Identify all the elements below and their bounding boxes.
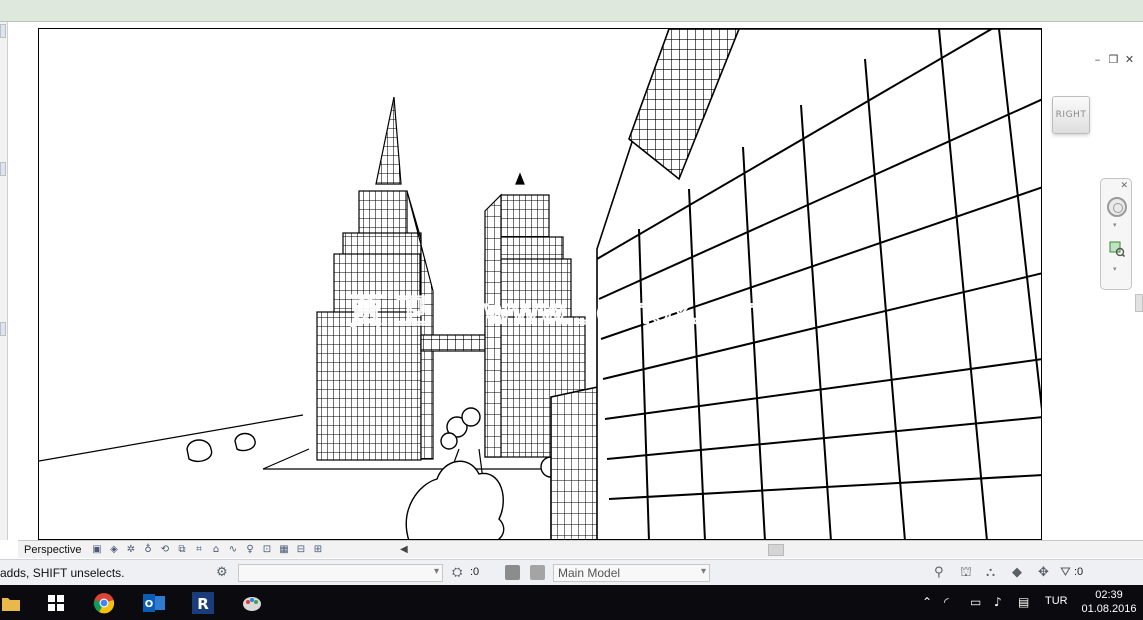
close-button[interactable]: ✕ bbox=[1124, 54, 1135, 65]
temporary-hide-icon[interactable]: ∿ bbox=[226, 543, 240, 556]
sky-bridge bbox=[420, 334, 488, 352]
3d-viewport[interactable]: 贾 卫 网 www.3dmox.com bbox=[38, 28, 1042, 540]
constraints-icon[interactable]: ⊞ bbox=[311, 543, 325, 556]
battery-icon[interactable]: ▭ bbox=[970, 595, 981, 609]
select-links-icon[interactable]: ⚲ bbox=[934, 565, 944, 580]
active-design-option-icon[interactable] bbox=[530, 565, 545, 580]
restore-button[interactable]: ❐ bbox=[1108, 54, 1119, 65]
windows-logo-icon bbox=[48, 595, 64, 611]
action-center-icon[interactable]: ▤ bbox=[1018, 595, 1029, 609]
design-option-value: Main Model bbox=[558, 566, 621, 580]
chevron-down-icon[interactable]: ▾ bbox=[1113, 221, 1117, 229]
analytical-model-icon[interactable]: ⊟ bbox=[294, 543, 308, 556]
panel-marker[interactable] bbox=[0, 162, 6, 176]
reveal-hidden-icon[interactable]: ♀ bbox=[243, 543, 257, 556]
viewcube-face-label: RIGHT bbox=[1055, 110, 1087, 120]
watermark: 贾 卫 网 www.3dmox.com bbox=[349, 292, 774, 332]
svg-text:O: O bbox=[145, 599, 154, 610]
svg-text:R: R bbox=[197, 595, 209, 613]
design-options-icon[interactable] bbox=[505, 565, 520, 580]
file-explorer-icon[interactable] bbox=[0, 585, 22, 620]
lock-view-icon[interactable]: ⌂ bbox=[209, 543, 223, 556]
select-underlay-icon[interactable]: ⛫ bbox=[960, 565, 972, 582]
worksharing-display-icon[interactable]: ▦ bbox=[277, 543, 291, 556]
status-bar: adds, SHIFT unselects. ⚙ ▾ ⛭ :0 Main Mod… bbox=[0, 559, 1143, 585]
wifi-icon[interactable]: ◜ bbox=[944, 595, 949, 609]
chevron-down-icon[interactable]: ▾ bbox=[1113, 265, 1117, 273]
workset-icon[interactable]: ⚙ bbox=[216, 565, 228, 580]
steering-wheel-icon[interactable] bbox=[1107, 197, 1127, 217]
panel-marker[interactable] bbox=[0, 24, 6, 38]
view-name: Perspective bbox=[24, 543, 82, 556]
near-tower bbox=[550, 29, 1041, 539]
filter-count: :0 bbox=[1074, 566, 1084, 578]
vertical-scrollbar[interactable] bbox=[1135, 294, 1143, 312]
status-hint: adds, SHIFT unselects. bbox=[0, 566, 125, 580]
system-clock[interactable]: 02:39 01.08.2016 bbox=[1079, 588, 1139, 616]
panel-marker[interactable] bbox=[0, 322, 6, 336]
input-language[interactable]: TUR bbox=[1045, 595, 1068, 607]
filter-icon[interactable]: ⛛ bbox=[1060, 565, 1071, 580]
editing-requests-icon[interactable]: ⛭ bbox=[452, 565, 462, 580]
select-pinned-icon[interactable]: ⛬ bbox=[986, 565, 995, 580]
volume-icon[interactable]: ♪ bbox=[994, 595, 1002, 609]
sun-path-icon[interactable]: ✲ bbox=[124, 543, 138, 556]
minimize-button[interactable]: – bbox=[1092, 54, 1103, 65]
left-tower bbox=[316, 96, 434, 461]
view-control-bar: Perspective ▣ ◈ ✲ ♁ ⟲ ⧉ ⌗ ⌂ ∿ ♀ ⊡ ▦ ⊟ ⊞ … bbox=[18, 540, 1143, 558]
clock-time: 02:39 bbox=[1095, 589, 1123, 601]
temporary-view-properties-icon[interactable]: ⊡ bbox=[260, 543, 274, 556]
windows-taskbar: O R ⌃ ◜ ▭ ♪ ▤ TUR 02:39 01.08.2016 bbox=[0, 585, 1143, 620]
view-control-icons: ▣ ◈ ✲ ♁ ⟲ ⧉ ⌗ ⌂ ∿ ♀ ⊡ ▦ ⊟ ⊞ bbox=[90, 543, 325, 556]
navigation-bar: ✕ ▾ ▾ bbox=[1100, 178, 1132, 290]
shadows-icon[interactable]: ♁ bbox=[141, 543, 155, 556]
outlook-icon[interactable]: O bbox=[136, 585, 172, 620]
show-crop-region-icon[interactable]: ⌗ bbox=[192, 543, 206, 556]
viewcube[interactable]: RIGHT bbox=[1052, 96, 1090, 134]
chrome-icon[interactable] bbox=[86, 585, 122, 620]
show-rendering-icon[interactable]: ⟲ bbox=[158, 543, 172, 556]
show-hidden-icons-icon[interactable]: ⌃ bbox=[922, 595, 932, 609]
scroll-thumb[interactable] bbox=[768, 544, 784, 556]
paint-icon[interactable] bbox=[234, 585, 270, 620]
editing-requests-count: :0 bbox=[470, 566, 480, 578]
window-title-strip bbox=[0, 0, 1143, 22]
left-panel-edge bbox=[0, 22, 8, 540]
drag-elements-icon[interactable]: ✥ bbox=[1038, 565, 1049, 580]
zoom-region-icon[interactable] bbox=[1109, 241, 1125, 257]
chevron-down-icon: ▾ bbox=[433, 566, 439, 577]
crop-view-icon[interactable]: ⧉ bbox=[175, 543, 189, 556]
horizontal-scrollbar[interactable]: ◀ ▶ bbox=[400, 542, 1143, 557]
scroll-left-icon[interactable]: ◀ bbox=[400, 542, 408, 557]
design-option-dropdown[interactable]: Main Model ▾ bbox=[553, 564, 710, 582]
view-window-controls: – ❐ ✕ bbox=[1092, 54, 1135, 65]
store-icon[interactable] bbox=[36, 585, 76, 620]
navbar-close-icon[interactable]: ✕ bbox=[1120, 180, 1128, 191]
select-by-face-icon[interactable]: ◆ bbox=[1012, 565, 1022, 580]
chevron-down-icon: ▾ bbox=[700, 566, 706, 577]
clock-date: 01.08.2016 bbox=[1081, 603, 1137, 615]
revit-icon[interactable]: R bbox=[185, 585, 221, 620]
wireframe-scene: 贾 卫 网 www.3dmox.com bbox=[39, 29, 1041, 539]
detail-level-icon[interactable]: ▣ bbox=[90, 543, 104, 556]
visual-style-icon[interactable]: ◈ bbox=[107, 543, 121, 556]
workset-dropdown[interactable]: ▾ bbox=[238, 564, 443, 582]
